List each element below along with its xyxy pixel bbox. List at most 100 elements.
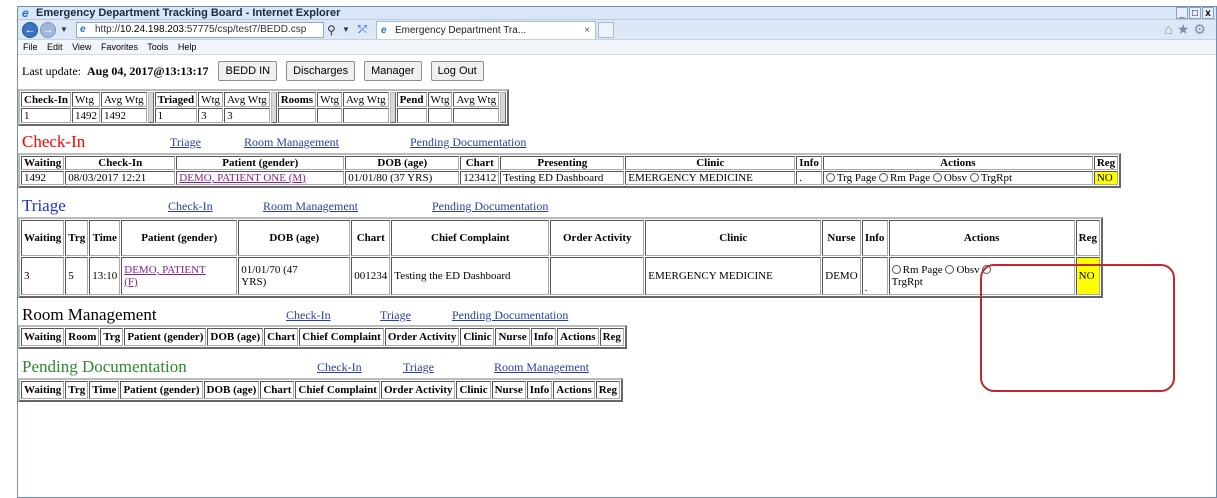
col-header: Actions (553, 381, 595, 399)
pending-link-checkin[interactable]: Check-In (317, 360, 362, 375)
col-header: Patient (gender) (120, 381, 203, 399)
new-tab-button[interactable] (598, 22, 614, 38)
room-section-title: Room Management (22, 305, 157, 325)
col-header: Reg (599, 328, 624, 346)
browser-window: e Emergency Department Tracking Board - … (17, 6, 1217, 498)
col-header: DOB (age) (203, 381, 260, 399)
pending-table: Waiting Trg Time Patient (gender) DOB (a… (18, 378, 624, 402)
col-header: Clinic (460, 328, 495, 346)
cell-dob: 01/01/80 (37 YRS) (345, 171, 460, 185)
history-dropdown-icon[interactable]: ▼ (60, 22, 68, 38)
radio-label: Trg Page (836, 172, 877, 184)
summary-header: Avg Wtg (343, 92, 389, 107)
summary-separator (270, 92, 277, 123)
menu-file[interactable]: File (23, 42, 38, 52)
pending-link-room-management[interactable]: Room Management (494, 360, 589, 375)
col-header: Chart (460, 156, 500, 170)
annotation-highlight (980, 264, 1175, 392)
summary-table: Check-In Wtg Avg Wtg Triaged Wtg Avg Wtg… (18, 89, 510, 126)
menu-tools[interactable]: Tools (147, 42, 168, 52)
col-header: Trg (65, 381, 89, 399)
table-row: 3 5 13:10 DEMO, PATIENT (F) 01/01/70 (47 Y… (21, 257, 1100, 295)
page-icon: e (80, 24, 86, 35)
cell-chart: 123412 (460, 171, 500, 185)
cell-clinic: EMERGENCY MEDICINE (625, 171, 796, 185)
col-header: Chart (260, 381, 295, 399)
pending-section-title: Pending Documentation (22, 357, 187, 377)
room-link-triage[interactable]: Triage (380, 308, 411, 323)
triage-link-pending-documentation[interactable]: Pending Documentation (432, 199, 548, 214)
cell-chart: 001234 (351, 257, 391, 295)
cell-waiting: 3 (21, 257, 65, 295)
maximize-button[interactable]: □ (1189, 7, 1201, 19)
col-header: Actions (888, 220, 1075, 256)
radio-label: Obsv (956, 264, 980, 276)
back-arrow-icon[interactable]: ← (22, 22, 38, 38)
bedd-in-button[interactable]: BEDD IN (218, 61, 278, 81)
discharges-button[interactable]: Discharges (286, 61, 356, 81)
browser-tab[interactable]: e Emergency Department Tra... × (376, 21, 596, 39)
patient-link-gender[interactable]: (F) (124, 276, 137, 288)
col-header: Info (526, 381, 553, 399)
summary-header: Avg Wtg (224, 92, 270, 107)
menu-view[interactable]: View (72, 42, 91, 52)
menu-bar: File Edit View Favorites Tools Help (18, 40, 1216, 55)
col-header: Info (530, 328, 557, 346)
triage-section-title: Triage (22, 196, 66, 216)
close-icon[interactable]: × (584, 22, 590, 39)
radio-label: TrgRpt (980, 172, 1013, 184)
compat-view-icon[interactable]: ⤱ (358, 22, 372, 38)
top-controls: Last update: Aug 04, 2017@13:13:17 BEDD … (22, 59, 493, 83)
col-header: DOB (age) (345, 156, 460, 170)
patient-link[interactable]: DEMO, PATIENT (124, 264, 206, 276)
log-out-button[interactable]: Log Out (430, 61, 484, 81)
checkin-link-room-management[interactable]: Room Management (244, 135, 339, 150)
search-icon[interactable]: ⚲ (327, 22, 341, 38)
col-header: Reg (1093, 156, 1119, 170)
checkin-link-pending-documentation[interactable]: Pending Documentation (410, 135, 526, 150)
home-icon[interactable]: ⌂ (1164, 21, 1176, 37)
summary-value: 3 (224, 108, 270, 123)
col-header: Waiting (21, 220, 65, 256)
url-field[interactable]: e http://10.24.198.203:57775/csp/test7/BE… (76, 22, 324, 38)
obsv-radio[interactable] (945, 265, 955, 274)
tab-title: Emergency Department Tra... (395, 25, 527, 36)
cell-patient: DEMO, PATIENT ONE (M) (176, 171, 345, 185)
dob-line: YRS) (241, 276, 267, 288)
chevron-down-icon[interactable]: ▼ (342, 22, 354, 38)
checkin-table: Waiting Check-In Patient (gender) DOB (a… (18, 153, 1122, 188)
rm-page-radio[interactable] (879, 173, 889, 182)
summary-value: 1492 (72, 108, 101, 123)
col-header: Patient (gender) (176, 156, 345, 170)
pending-link-triage[interactable]: Triage (403, 360, 434, 375)
rm-page-radio[interactable] (891, 265, 901, 274)
summary-header: Wtg (317, 92, 343, 107)
trg-page-radio[interactable] (825, 173, 835, 182)
col-header: Trg (65, 220, 89, 256)
forward-arrow-icon[interactable]: → (40, 22, 56, 38)
manager-button[interactable]: Manager (364, 61, 422, 81)
menu-favorites[interactable]: Favorites (101, 42, 138, 52)
minimize-button[interactable]: _ (1176, 7, 1188, 19)
summary-header: Wtg (427, 92, 453, 107)
close-window-button[interactable]: x (1202, 7, 1214, 19)
cell-nurse: DEMO (822, 257, 861, 295)
col-header: Nurse (495, 328, 530, 346)
checkin-link-triage[interactable]: Triage (170, 135, 201, 150)
triage-link-room-management[interactable]: Room Management (263, 199, 358, 214)
gear-icon[interactable]: ⚙ (1193, 21, 1210, 37)
obsv-radio[interactable] (932, 173, 942, 182)
menu-help[interactable]: Help (178, 42, 197, 52)
col-header: Chart (351, 220, 391, 256)
room-table: Waiting Room Trg Patient (gender) DOB (a… (18, 325, 627, 349)
trgrpt-radio[interactable] (969, 173, 979, 182)
room-link-checkin[interactable]: Check-In (286, 308, 331, 323)
col-header: Reg (595, 381, 621, 399)
star-icon[interactable]: ★ (1177, 21, 1194, 37)
room-link-pending-documentation[interactable]: Pending Documentation (452, 308, 568, 323)
patient-link[interactable]: DEMO, PATIENT ONE (M) (179, 172, 306, 184)
triage-link-checkin[interactable]: Check-In (168, 199, 213, 214)
summary-header: Wtg (72, 92, 101, 107)
summary-header: Check-In (21, 92, 72, 107)
menu-edit[interactable]: Edit (47, 42, 63, 52)
